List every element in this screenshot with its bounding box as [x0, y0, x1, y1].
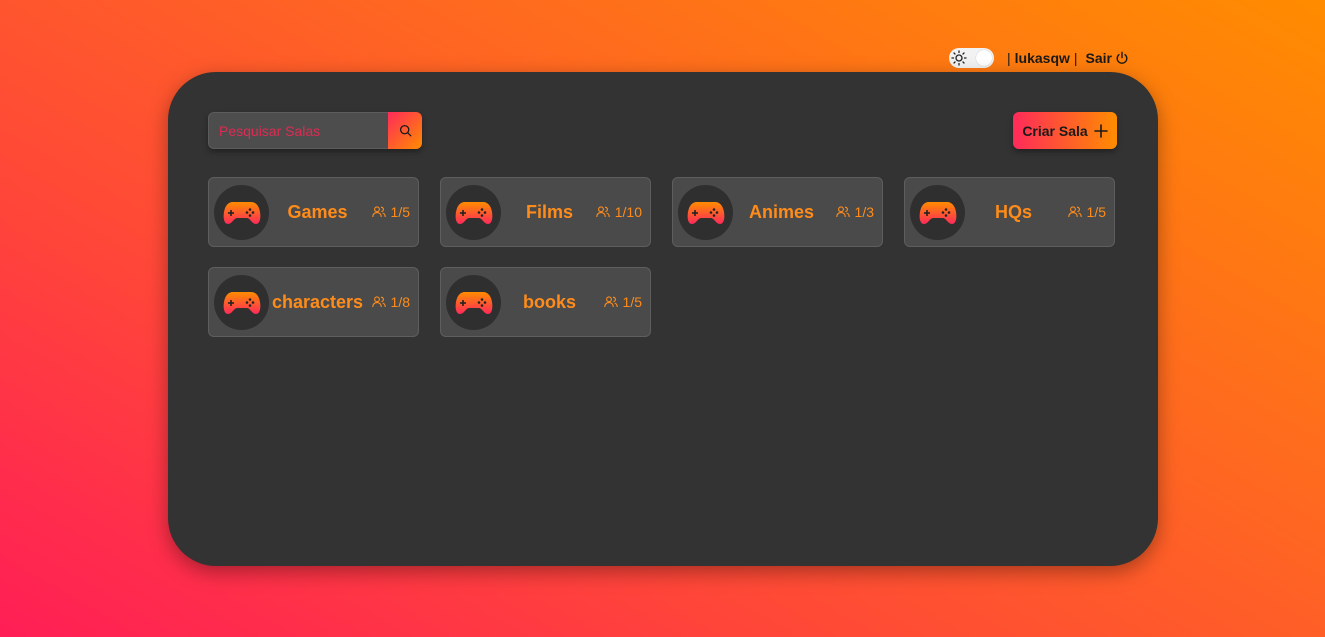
- search-icon: [399, 124, 411, 137]
- users-icon: [371, 296, 386, 308]
- room-occupancy: 1/3: [835, 178, 874, 246]
- room-occupancy: 1/10: [596, 178, 642, 246]
- sun-icon: [951, 50, 967, 66]
- room-avatar: [214, 275, 269, 330]
- room-count: 1/10: [614, 204, 642, 220]
- top-bar: | lukasqw | Sair: [949, 48, 1129, 68]
- room-name: Animes: [748, 201, 815, 222]
- separator: |: [1073, 50, 1078, 66]
- room-name: Games: [287, 201, 348, 222]
- room-occupancy: 1/8: [371, 268, 410, 336]
- users-icon: [1067, 206, 1082, 218]
- users-icon: [371, 206, 386, 218]
- room-card[interactable]: Games 1/5: [208, 177, 419, 247]
- plus-icon: [1093, 123, 1108, 138]
- room-occupancy: 1/5: [1067, 178, 1106, 246]
- theme-toggle[interactable]: [949, 48, 994, 68]
- toggle-knob[interactable]: [976, 50, 992, 66]
- logout-button[interactable]: Sair: [1086, 50, 1129, 66]
- room-avatar: [910, 185, 965, 240]
- room-count: 1/8: [390, 294, 410, 310]
- room-card[interactable]: characters 1/8: [208, 267, 419, 337]
- room-card[interactable]: Films 1/10: [440, 177, 651, 247]
- gamepad-icon: [687, 201, 724, 224]
- room-name: books: [522, 291, 576, 312]
- room-name: HQs: [994, 201, 1032, 222]
- room-card[interactable]: Animes 1/3: [672, 177, 883, 247]
- search-input[interactable]: Pesquisar Salas: [208, 112, 388, 149]
- power-icon: [1116, 51, 1128, 64]
- gamepad-icon: [455, 291, 492, 314]
- create-room-button[interactable]: Criar Sala: [1013, 112, 1117, 149]
- room-count: 1/5: [1086, 204, 1106, 220]
- create-room-label: Criar Sala: [1022, 122, 1088, 139]
- separator: |: [1007, 50, 1011, 66]
- room-count: 1/3: [854, 204, 874, 220]
- room-card[interactable]: HQs 1/5: [904, 177, 1115, 247]
- room-avatar: [678, 185, 733, 240]
- room-count: 1/5: [390, 204, 410, 220]
- room-avatar: [446, 275, 501, 330]
- users-icon: [596, 206, 610, 218]
- room-count: 1/5: [622, 294, 642, 310]
- search-bar: Pesquisar Salas: [208, 112, 422, 149]
- room-occupancy: 1/5: [603, 268, 642, 336]
- username: lukasqw: [1014, 50, 1070, 66]
- gamepad-icon: [223, 291, 260, 314]
- gamepad-icon: [223, 201, 260, 224]
- room-avatar: [214, 185, 269, 240]
- room-name: characters: [271, 291, 364, 312]
- users-icon: [603, 296, 618, 308]
- room-avatar: [446, 185, 501, 240]
- gamepad-icon: [919, 201, 956, 224]
- search-button[interactable]: [388, 112, 422, 149]
- gamepad-icon: [455, 201, 492, 224]
- room-card[interactable]: books 1/5: [440, 267, 651, 337]
- room-occupancy: 1/5: [371, 178, 410, 246]
- room-name: Films: [525, 201, 573, 222]
- logout-label: Sair: [1085, 50, 1112, 66]
- main-panel: Pesquisar Salas Criar Sala Games 1/5 Fil…: [168, 72, 1158, 566]
- users-icon: [835, 206, 850, 218]
